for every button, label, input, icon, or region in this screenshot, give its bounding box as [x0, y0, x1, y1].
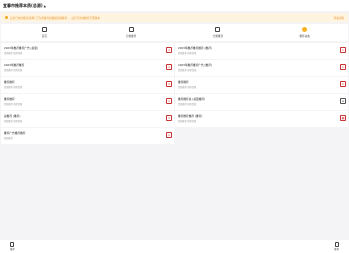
card-action-button[interactable]: × [166, 47, 172, 53]
card-title: 推荐推荐 [4, 80, 15, 84]
menu-icon: ≡ [341, 98, 345, 103]
close-icon: × [341, 47, 345, 52]
tab-label: 分类推荐 [212, 34, 224, 38]
tab-label: 首页 [41, 34, 47, 38]
card-title: 推荐推荐 [4, 97, 15, 101]
card-subtitle: 资源推荐 推荐资源 [178, 120, 197, 123]
list-card[interactable]: 推荐推荐总 (总量推荐) 资源推荐 推荐资源 ≡ [175, 94, 348, 110]
card-action-button[interactable]: × [166, 64, 172, 70]
close-icon: × [167, 64, 171, 69]
card-action-button[interactable]: × [340, 81, 346, 87]
list-card[interactable]: 推荐推荐 资源推荐 推荐资源 × [1, 77, 174, 93]
close-icon: × [341, 81, 345, 86]
card-title: 2023年推荐推荐推荐 (推荐) [178, 46, 212, 50]
calendar-icon [128, 27, 134, 33]
list-card[interactable]: 总推荐 (推荐) 资源推荐 推荐资源 × [1, 111, 174, 127]
close-icon: × [167, 81, 171, 86]
card-subtitle: 资源推荐 [4, 137, 13, 140]
card-subtitle: 资源推荐 推荐资源 [4, 120, 23, 123]
tab-bar: 首页 分类推荐 分类推荐 推荐动态 [1, 24, 348, 41]
close-icon: × [341, 64, 345, 69]
card-subtitle: 资源推荐 推荐资源 [178, 52, 197, 55]
card-title: 2023年推荐推荐 [4, 63, 25, 67]
card-title: 2023年推荐推荐广告 (推荐) [178, 63, 212, 67]
list-card[interactable]: 2023年推荐推荐广告 (推荐) 资源推荐 推荐资源 × [175, 60, 348, 76]
card-action-button[interactable]: ▦ [340, 115, 346, 121]
card-action-button[interactable]: × [166, 115, 172, 121]
list-card[interactable]: 推荐推荐 资源推荐 推荐资源 × [175, 77, 348, 93]
empty-slot [175, 128, 348, 144]
trash-icon [10, 241, 15, 247]
star-icon [302, 27, 308, 33]
caret-up-icon[interactable]: ▲ [44, 4, 46, 8]
notice-banner: 后台已启用推荐(简称) 已为您推荐总数据资源推荐 ... 后台已启用推荐引擎版本… [1, 13, 348, 22]
tab-category[interactable]: 分类推荐 [88, 24, 175, 41]
notice-link[interactable]: 查看详情 [334, 16, 344, 20]
tab-dynamic[interactable]: 推荐动态 [261, 24, 348, 41]
document-icon [334, 241, 339, 247]
card-title: 总推荐 (推荐) [4, 114, 21, 118]
bottom-right-button[interactable]: 推荐 [334, 241, 339, 252]
card-action-button[interactable]: × [166, 98, 172, 104]
list-card[interactable]: 2023年推荐推荐 资源推荐 推荐资源 × [1, 60, 174, 76]
card-subtitle: 资源推荐 推荐资源 [4, 86, 23, 89]
list-card[interactable]: 推荐推荐 资源推荐 推荐资源 × [1, 94, 174, 110]
card-subtitle: 资源推荐 推荐资源 [178, 86, 197, 89]
bottom-left-label: 推荐 [10, 248, 15, 252]
card-title: 2023年推荐推荐广告 (总量) [4, 46, 38, 50]
tab-label: 推荐动态 [299, 34, 310, 38]
tab-home[interactable]: 首页 [1, 24, 88, 41]
image-icon [215, 27, 221, 33]
list-card[interactable]: 2023年推荐推荐广告 (总量) 资源推荐 推荐资源 × [1, 43, 174, 59]
card-subtitle: 资源推荐 推荐资源 [178, 69, 197, 72]
notice-text: 后台已启用推荐(简称) 已为您推荐总数据资源推荐 ... 后台已启用推荐引擎版本 [10, 16, 100, 20]
tab-label: 分类推荐 [125, 34, 137, 38]
card-title: 推荐推荐总 (总量推荐) [178, 97, 206, 101]
grid-icon: ▦ [341, 115, 345, 120]
card-action-button[interactable]: × [166, 132, 172, 138]
tab-category-2[interactable]: 分类推荐 [175, 24, 262, 41]
card-subtitle: 资源推荐 推荐资源 [4, 103, 23, 106]
close-icon: × [167, 115, 171, 120]
home-icon [41, 27, 47, 33]
list-card[interactable]: 推荐广告推荐推荐 资源推荐 × [1, 128, 174, 144]
card-subtitle: 资源推荐 推荐资源 [4, 52, 23, 55]
close-icon: × [167, 132, 171, 137]
bottom-left-button[interactable]: 推荐 [10, 241, 15, 252]
card-action-button[interactable]: × [340, 64, 346, 70]
bottom-right-label: 推荐 [334, 248, 339, 252]
card-title: 推荐推荐推荐 (推荐) [178, 114, 203, 118]
app-title[interactable]: 宜春市推荐本质(总源) [3, 3, 43, 9]
card-title: 推荐推荐 [178, 80, 189, 84]
card-action-button[interactable]: × [340, 47, 346, 53]
bottom-bar: 推荐 推荐 [0, 240, 349, 253]
card-subtitle: 资源推荐 推荐资源 [178, 103, 197, 106]
top-bar: 宜春市推荐本质(总源) ▲ [0, 0, 349, 11]
list-card[interactable]: 2023年推荐推荐推荐 (推荐) 资源推荐 推荐资源 × [175, 43, 348, 59]
card-title: 推荐广告推荐推荐 [4, 131, 26, 135]
list-card[interactable]: 推荐推荐推荐 (推荐) 资源推荐 推荐资源 ▦ [175, 111, 348, 127]
close-icon: × [167, 98, 171, 103]
card-action-button[interactable]: × [166, 81, 172, 87]
card-grid: 2023年推荐推荐广告 (总量) 资源推荐 推荐资源 × 2023年推荐推荐推荐… [1, 43, 348, 145]
info-icon [5, 16, 8, 19]
card-action-button[interactable]: ≡ [340, 98, 346, 104]
close-icon: × [167, 47, 171, 52]
card-subtitle: 资源推荐 推荐资源 [4, 69, 23, 72]
